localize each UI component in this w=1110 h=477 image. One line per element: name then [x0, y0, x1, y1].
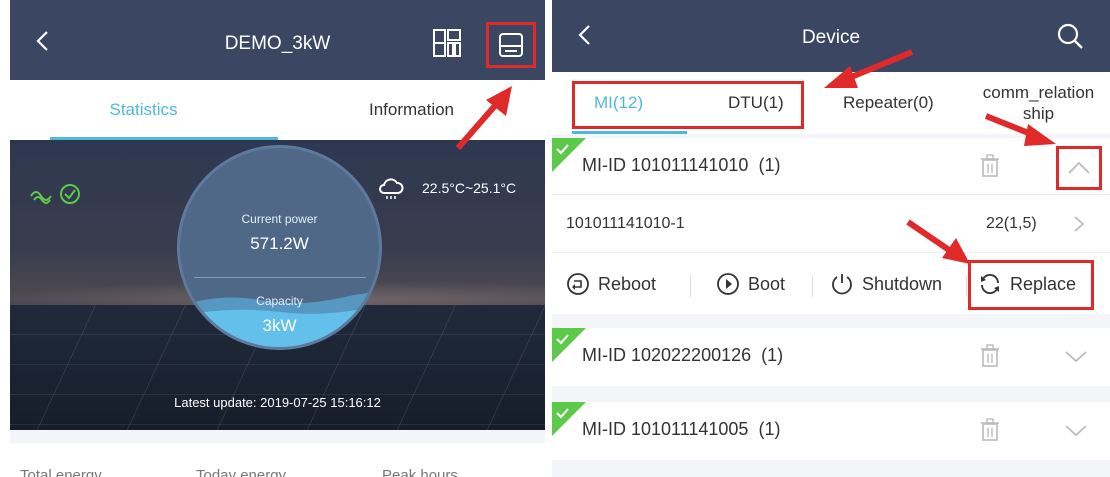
trash-icon[interactable]: [980, 418, 1000, 442]
cloud-icon: [379, 178, 404, 199]
sub-device-id: 101011141010-1: [566, 215, 685, 232]
trash-icon[interactable]: [980, 344, 1000, 368]
weather-temperature: 22.5°C~25.1°C: [422, 180, 517, 196]
sub-device-row[interactable]: 101011141010-1 22(1,5): [552, 194, 1110, 252]
annotation-arrow: [984, 113, 1056, 146]
plant-title: DEMO_3kW: [224, 33, 331, 54]
tab-mi[interactable]: MI(12): [594, 72, 643, 134]
current-power-label: Current power: [241, 212, 318, 226]
annotation-arrow: [906, 219, 970, 264]
chevron-down-icon[interactable]: [1064, 346, 1088, 366]
boot-button[interactable]: Boot: [716, 253, 785, 315]
power-icon: [832, 274, 852, 295]
annotation-arrow: [455, 86, 512, 150]
reboot-label: Reboot: [598, 273, 657, 294]
boot-label: Boot: [748, 273, 786, 294]
online-check-icon: [552, 328, 586, 362]
plant-overview-panel: 22.5°C~25.1°C Current power 571.2W Capac…: [10, 140, 545, 430]
device-card[interactable]: MI-ID 101011141005 (1): [552, 402, 1110, 460]
mi-id-value: MI-ID 101011141005: [582, 419, 749, 439]
mi-id-label: MI-ID 101011141010 (1): [582, 155, 780, 176]
tab-statistics[interactable]: Statistics: [10, 80, 277, 140]
action-divider: [690, 275, 691, 297]
mi-count: (1): [758, 155, 781, 175]
sub-device-value: 22(1,5): [986, 215, 1037, 232]
reboot-icon: [567, 273, 589, 295]
peak-hours-label: Peak hours: [382, 467, 458, 477]
gauge-divider: [194, 277, 366, 278]
current-power-value: 571.2W: [250, 234, 309, 253]
plant-detail-screen: DEMO_3kW Statistics Information 22.5°C~2…: [10, 0, 545, 477]
reboot-button[interactable]: Reboot: [566, 253, 656, 315]
total-energy-label: Total energy: [20, 467, 102, 477]
annotation-arrow: [824, 49, 914, 88]
power-gauge: Current power 571.2W Capacity 3kW: [177, 145, 382, 350]
tab-dtu[interactable]: DTU(1): [728, 72, 784, 134]
active-tab-indicator: [572, 131, 687, 134]
replace-button[interactable]: Replace: [978, 253, 1076, 315]
tab-comm-line1: comm_relation: [982, 83, 1095, 102]
latest-update: Latest update: 2019-07-25 15:16:12: [174, 395, 381, 410]
mi-count: (1): [761, 345, 784, 365]
mi-id-label: MI-ID 102022200126 (1): [582, 345, 783, 366]
mi-id-value: MI-ID 102022200126: [582, 345, 752, 365]
search-icon[interactable]: [1056, 22, 1084, 50]
device-card: MI-ID 101011141010 (1) 101011141010-1 22…: [552, 138, 1110, 314]
trash-icon[interactable]: [980, 154, 1000, 178]
mi-count: (1): [758, 419, 781, 439]
energy-stats-bar: Total energy Today energy Peak hours: [10, 443, 545, 477]
chevron-up-icon: [1068, 161, 1090, 174]
action-divider: [812, 275, 813, 297]
today-energy-label: Today energy: [196, 467, 287, 477]
device-list-screen: Device MI(12) DTU(1) Repeater(0) comm_re…: [552, 0, 1110, 477]
connection-status-icon: [30, 184, 80, 204]
refresh-icon: [981, 273, 999, 295]
collapse-button[interactable]: [1056, 146, 1102, 190]
device-list-button[interactable]: [486, 22, 536, 68]
mi-id-label: MI-ID 101011141005 (1): [582, 419, 780, 440]
online-check-icon: [552, 402, 586, 436]
shutdown-label: Shutdown: [862, 273, 943, 294]
boot-icon: [717, 273, 739, 295]
screenshot-root: DEMO_3kW Statistics Information 22.5°C~2…: [0, 0, 1110, 477]
plant-header: DEMO_3kW: [10, 0, 545, 80]
mi-id-value: MI-ID 101011141010: [582, 155, 749, 175]
device-card[interactable]: MI-ID 102022200126 (1): [552, 328, 1110, 386]
replace-label: Replace: [1010, 273, 1077, 294]
action-divider: [966, 275, 967, 297]
online-check-icon: [552, 138, 586, 172]
layout-icon[interactable]: [432, 28, 462, 58]
chevron-down-icon[interactable]: [1064, 420, 1088, 440]
chevron-right-icon: [1074, 216, 1085, 232]
capacity-label: Capacity: [256, 294, 303, 308]
device-actions: Reboot Boot Shutdown Replace: [552, 252, 1110, 314]
capacity-value: 3kW: [262, 316, 297, 335]
device-icon: [499, 33, 523, 57]
